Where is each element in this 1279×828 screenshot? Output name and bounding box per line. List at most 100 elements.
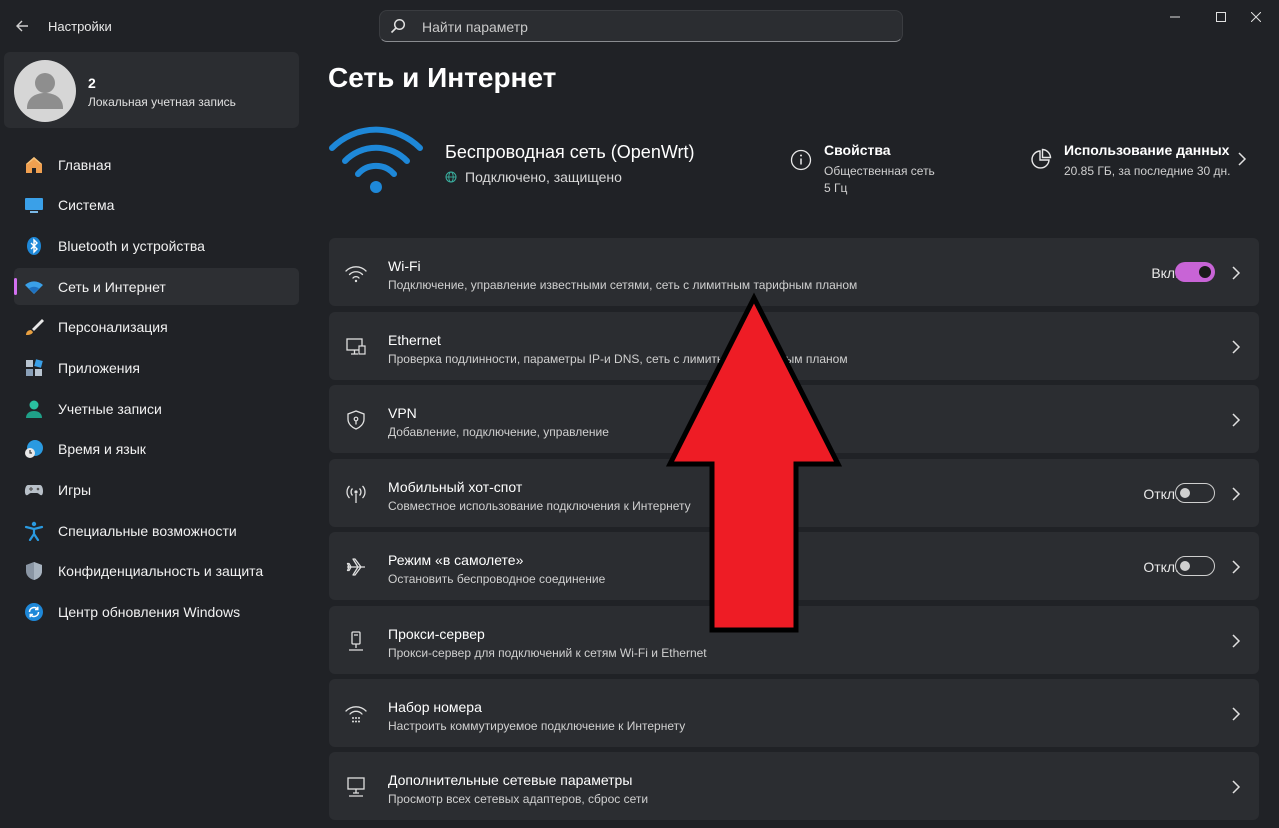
user-avatar-icon (27, 73, 63, 109)
card-title: Мобильный хот-спот (388, 479, 523, 495)
sidebar-item-label: Приложения (58, 359, 140, 376)
card-title: Прокси-сервер (388, 626, 485, 642)
sidebar-item-label: Конфиденциальность и защита (58, 563, 264, 580)
brush-icon (24, 317, 44, 337)
card-subtitle: Добавление, подключение, управление (388, 425, 609, 439)
properties-network-type: Общественная сеть (824, 164, 935, 178)
toggle-knob (1180, 561, 1190, 571)
sidebar-item-privacy[interactable]: Конфиденциальность и защита (14, 553, 299, 590)
ethernet-card[interactable]: Ethernet Проверка подлинности, параметры… (329, 312, 1259, 380)
card-title: Wi-Fi (388, 258, 421, 274)
card-subtitle: Остановить беспроводное соединение (388, 572, 606, 586)
dial-up-card[interactable]: Набор номера Настроить коммутируемое под… (329, 679, 1259, 747)
dial-up-icon (345, 706, 367, 723)
vpn-shield-icon (347, 410, 365, 430)
system-icon (24, 195, 44, 215)
shield-icon (24, 561, 44, 581)
proxy-server-icon (349, 631, 363, 651)
network-status: Подключено, защищено (445, 169, 622, 185)
accessibility-icon (24, 521, 44, 541)
sidebar-item-label: Bluetooth и устройства (58, 237, 205, 254)
sidebar-item-system[interactable]: Система (14, 187, 299, 224)
network-name: Беспроводная сеть (OpenWrt) (445, 142, 695, 162)
toggle-knob (1180, 488, 1190, 498)
sidebar-nav: Главная Система Bluetooth и устройства С… (14, 146, 299, 634)
page-title: Сеть и Интернет (328, 62, 557, 93)
data-usage-link[interactable]: Использование данных (1064, 142, 1229, 158)
minimize-icon (1170, 16, 1180, 18)
data-usage-amount: 20.85 ГБ, за последние 30 дн. (1064, 164, 1231, 178)
hotspot-icon (346, 485, 366, 503)
data-usage-icon (1031, 148, 1052, 169)
advanced-network-icon (347, 777, 365, 797)
close-icon (1251, 12, 1261, 22)
sidebar-item-label: Время и язык (58, 441, 146, 458)
card-title: Режим «в самолете» (388, 552, 524, 568)
card-subtitle: Совместное использование подключения к И… (388, 499, 691, 513)
sidebar-item-personalization[interactable]: Персонализация (14, 309, 299, 346)
wifi-icon (345, 266, 367, 283)
info-icon (790, 149, 812, 171)
card-title: Дополнительные сетевые параметры (388, 772, 633, 788)
proxy-card[interactable]: Прокси-сервер Прокси-сервер для подключе… (329, 606, 1259, 674)
card-subtitle: Подключение, управление известными сетям… (388, 278, 858, 292)
card-title: VPN (388, 405, 417, 421)
minimize-button[interactable] (1152, 0, 1198, 34)
advanced-network-card[interactable]: Дополнительные сетевые параметры Просмот… (329, 752, 1259, 820)
globe-icon (445, 171, 457, 183)
avatar (14, 60, 76, 122)
back-arrow-icon (16, 20, 28, 32)
sidebar-item-gaming[interactable]: Игры (14, 472, 299, 509)
hotspot-toggle[interactable] (1175, 483, 1215, 503)
wifi-card[interactable]: Wi-Fi Подключение, управление известными… (329, 238, 1259, 306)
properties-link[interactable]: Свойства (824, 142, 891, 158)
sidebar-item-accessibility[interactable]: Специальные возможности (14, 512, 299, 549)
search-box[interactable] (379, 10, 903, 42)
chevron-right-icon[interactable] (1236, 151, 1248, 167)
chevron-right-icon (1232, 780, 1241, 794)
airplane-icon (346, 558, 365, 576)
app-title: Настройки (48, 19, 112, 34)
chevron-right-icon (1232, 634, 1241, 648)
card-title: Ethernet (388, 332, 441, 348)
chevron-right-icon (1232, 707, 1241, 721)
airplane-mode-toggle[interactable] (1175, 556, 1215, 576)
sidebar-item-bluetooth[interactable]: Bluetooth и устройства (14, 227, 299, 264)
network-status-text: Подключено, защищено (465, 169, 622, 185)
account-name: 2 (88, 75, 96, 91)
card-title: Набор номера (388, 699, 482, 715)
mobile-hotspot-card[interactable]: Мобильный хот-спот Совместное использова… (329, 459, 1259, 527)
properties-band: 5 Гц (824, 181, 848, 195)
sidebar-item-time-language[interactable]: Время и язык (14, 431, 299, 468)
sidebar-item-label: Сеть и Интернет (58, 278, 166, 295)
sidebar-item-label: Центр обновления Windows (58, 604, 241, 621)
sidebar-item-apps[interactable]: Приложения (14, 349, 299, 386)
card-subtitle: Настроить коммутируемое подключение к Ин… (388, 719, 686, 733)
sidebar-item-label: Учетные записи (58, 400, 162, 417)
sidebar-item-accounts[interactable]: Учетные записи (14, 390, 299, 427)
search-icon (390, 18, 406, 34)
sidebar-item-network[interactable]: Сеть и Интернет (14, 268, 299, 306)
sidebar-item-windows-update[interactable]: Центр обновления Windows (14, 594, 299, 631)
back-button[interactable] (8, 12, 36, 40)
search-input[interactable] (420, 16, 864, 38)
toggle-state-label: Откл. (1143, 486, 1179, 502)
home-icon (24, 155, 44, 175)
toggle-knob (1199, 266, 1211, 278)
sidebar-item-label: Игры (58, 482, 92, 498)
gamepad-icon (24, 480, 44, 500)
sidebar-item-label: Система (58, 197, 115, 214)
airplane-mode-card[interactable]: Режим «в самолете» Остановить беспроводн… (329, 532, 1259, 600)
close-button[interactable] (1233, 0, 1279, 34)
sidebar-item-label: Специальные возможности (58, 522, 237, 539)
vpn-card[interactable]: VPN Добавление, подключение, управление (329, 385, 1259, 453)
card-subtitle: Прокси-сервер для подключений к сетям Wi… (388, 646, 707, 660)
sidebar-item-label: Персонализация (58, 319, 168, 336)
wifi-toggle[interactable] (1175, 262, 1215, 282)
apps-icon (24, 358, 44, 378)
update-icon (24, 602, 44, 622)
card-subtitle: Проверка подлинности, параметры IP-и DNS… (388, 352, 848, 366)
chevron-right-icon (1232, 487, 1241, 501)
chevron-right-icon (1232, 340, 1241, 354)
sidebar-item-home[interactable]: Главная (14, 146, 299, 183)
